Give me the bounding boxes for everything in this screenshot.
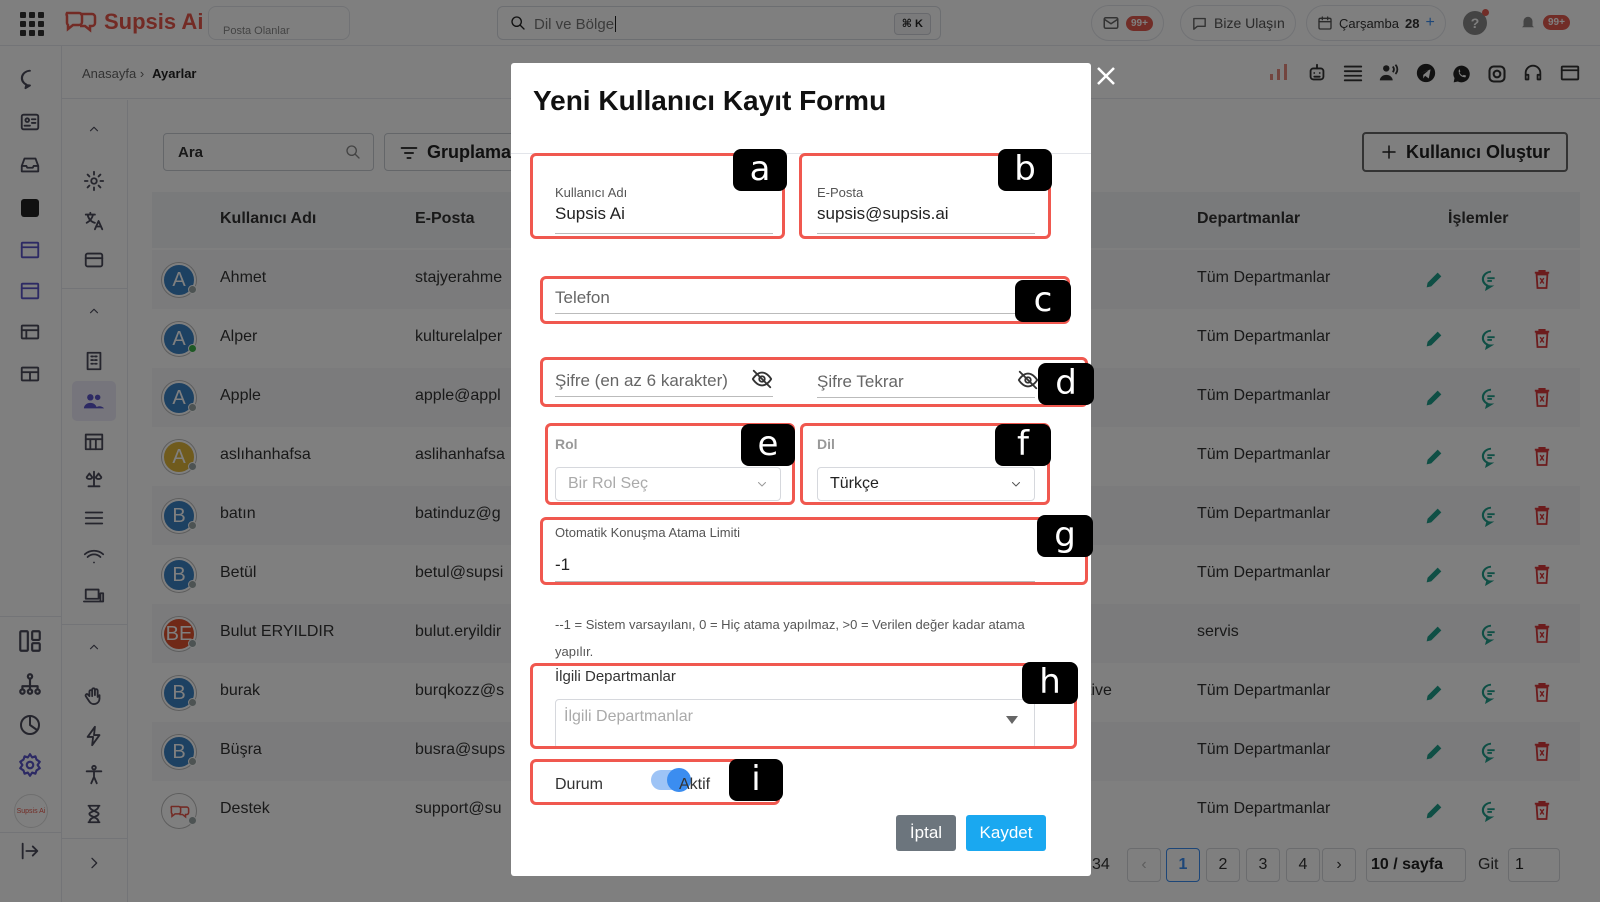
annotation-label-b: b: [998, 149, 1052, 191]
close-icon[interactable]: [1096, 66, 1116, 86]
annotation-label-g: g: [1037, 515, 1093, 557]
annotation-box-h: [530, 663, 1077, 749]
annotation-box-d: [540, 357, 1088, 407]
annotation-box-g: [540, 517, 1088, 585]
annotation-label-i: i: [729, 759, 783, 801]
annotation-label-h: h: [1022, 662, 1078, 704]
annotation-label-d: d: [1038, 363, 1094, 405]
save-button[interactable]: Kaydet: [966, 815, 1046, 851]
limit-help-text: --1 = Sistem varsayılanı, 0 = Hiç atama …: [555, 617, 1025, 659]
annotation-label-a: a: [733, 149, 787, 191]
annotation-label-e: e: [741, 424, 795, 466]
cancel-button[interactable]: İptal: [896, 815, 956, 851]
annotation-label-f: f: [995, 424, 1051, 466]
annotation-label-c: c: [1015, 280, 1071, 322]
annotation-box-c: [540, 276, 1070, 324]
modal-title: Yeni Kullanıcı Kayıt Formu: [533, 85, 887, 116]
